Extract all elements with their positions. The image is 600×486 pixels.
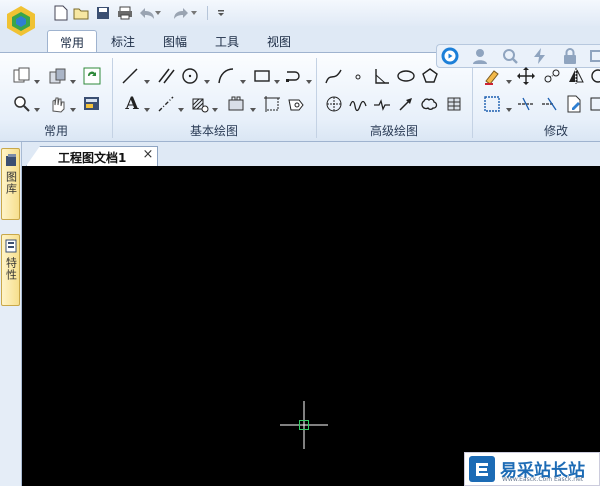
wave-line-icon[interactable] [348, 94, 368, 114]
line-dropdown-icon[interactable] [144, 73, 150, 84]
group-label-modify: 修改 [543, 124, 568, 138]
copy-move-icon[interactable] [542, 66, 562, 86]
layer-dropdown-icon[interactable] [70, 73, 76, 84]
side-tab-library[interactable]: 图库 [1, 148, 20, 220]
copy-icon[interactable] [12, 66, 32, 86]
copy-dropdown-icon[interactable] [34, 73, 40, 84]
tab-view[interactable]: 视图 [256, 30, 302, 52]
tab-common[interactable]: 常用 [47, 30, 97, 53]
polyline-dropdown-icon[interactable] [306, 73, 312, 84]
lightning-icon[interactable] [530, 46, 550, 66]
properties-icon[interactable] [82, 94, 102, 114]
hole-shaft-icon[interactable] [324, 94, 344, 114]
extend-icon[interactable] [540, 94, 560, 114]
pan-icon[interactable] [48, 94, 68, 114]
library-icon [5, 154, 16, 166]
delete-dropdown-icon[interactable] [506, 73, 512, 84]
arrow-icon[interactable] [396, 94, 416, 114]
more-icon[interactable] [588, 46, 600, 66]
rectangle-icon[interactable] [252, 66, 272, 86]
centerline-icon[interactable] [156, 94, 176, 114]
tab-tools[interactable]: 工具 [204, 30, 250, 52]
save-icon[interactable] [94, 4, 112, 22]
scale-icon[interactable] [588, 94, 600, 114]
user-icon[interactable] [470, 46, 490, 66]
trim-icon[interactable] [516, 94, 536, 114]
layer-icon[interactable] [48, 66, 68, 86]
pan-dropdown-icon[interactable] [70, 101, 76, 112]
circle-icon[interactable] [180, 66, 200, 86]
toolbar-separator [207, 6, 208, 20]
block-icon[interactable] [226, 94, 246, 114]
lock-icon[interactable] [560, 46, 580, 66]
quick-access-toolbar [0, 0, 600, 26]
line-icon[interactable] [120, 66, 140, 86]
tab-dimension[interactable]: 标注 [100, 30, 146, 52]
customize-toolbar-icon[interactable] [214, 4, 228, 22]
document-tab-label: 工程图文档1 [58, 151, 127, 165]
block-dropdown-icon[interactable] [250, 101, 256, 112]
ellipse-icon[interactable] [396, 66, 416, 86]
side-tab-properties[interactable]: 特性 [1, 234, 20, 306]
centerline-dropdown-icon[interactable] [178, 101, 184, 112]
search-icon[interactable] [500, 46, 520, 66]
drawing-canvas[interactable] [22, 166, 600, 486]
sample-line-icon[interactable] [444, 94, 464, 114]
text-tool-icon[interactable]: A [122, 94, 142, 114]
properties-panel-icon [5, 239, 16, 253]
rectangle-dropdown-icon[interactable] [274, 73, 280, 84]
group-label-basic-draw: 基本绘图 [189, 124, 238, 138]
close-icon[interactable]: × [141, 148, 155, 162]
polyline-icon[interactable] [284, 66, 304, 86]
print-icon[interactable] [116, 4, 134, 22]
watermark-icon [469, 456, 495, 482]
side-tab-label: 图库 [4, 171, 18, 195]
redo-icon[interactable] [172, 4, 190, 22]
side-tab-label: 特性 [4, 257, 18, 281]
hatch-icon[interactable] [190, 94, 210, 114]
group-label-common: 常用 [43, 124, 68, 138]
spline-icon[interactable] [324, 66, 344, 86]
point-icon[interactable] [348, 66, 368, 86]
parallel-line-icon[interactable] [156, 66, 176, 86]
group-label-advanced-draw: 高级绘图 [369, 124, 418, 138]
cursor-crosshair-icon [280, 401, 328, 449]
select-dropdown-icon[interactable] [506, 101, 512, 112]
delete-eraser-icon[interactable] [482, 66, 502, 86]
hatch-dropdown-icon[interactable] [212, 101, 218, 112]
mirror-icon[interactable] [566, 66, 586, 86]
region-icon[interactable] [286, 94, 306, 114]
select-box-icon[interactable] [482, 94, 502, 114]
refresh-icon[interactable] [82, 66, 102, 86]
play-circle-icon[interactable] [440, 46, 460, 66]
rotate-icon[interactable] [588, 66, 600, 86]
zoom-dropdown-icon[interactable] [34, 101, 40, 112]
redo-dropdown-icon[interactable] [190, 4, 198, 22]
edit-document-icon[interactable] [564, 94, 584, 114]
move-icon[interactable] [516, 66, 536, 86]
arc-dropdown-icon[interactable] [240, 73, 246, 84]
open-folder-icon[interactable] [72, 4, 90, 22]
grid-frame-icon[interactable] [262, 94, 282, 114]
new-file-icon[interactable] [52, 4, 70, 22]
break-line-icon[interactable] [372, 94, 392, 114]
angle-line-icon[interactable] [372, 66, 392, 86]
polygon-icon[interactable] [420, 66, 440, 86]
text-dropdown-icon[interactable] [144, 101, 150, 112]
zoom-icon[interactable] [12, 94, 32, 114]
cloud-line-icon[interactable] [420, 94, 440, 114]
arc-icon[interactable] [216, 66, 236, 86]
undo-dropdown-icon[interactable] [154, 4, 162, 22]
watermark-subtext: Www.Easck.Com Easck.net [502, 476, 584, 483]
circle-dropdown-icon[interactable] [204, 73, 210, 84]
tab-frame[interactable]: 图幅 [152, 30, 198, 52]
